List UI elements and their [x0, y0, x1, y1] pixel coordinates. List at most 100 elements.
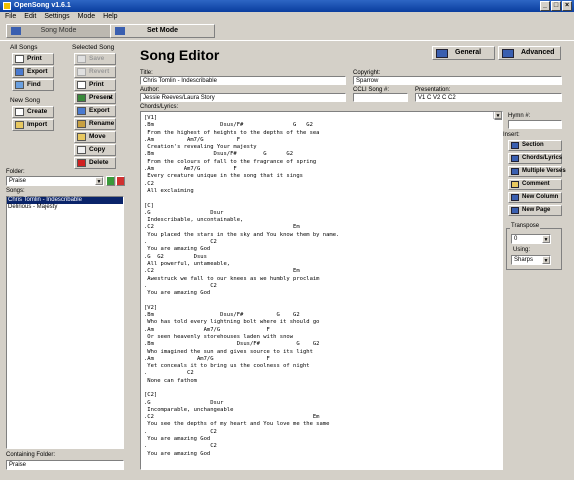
insert-chords-lyrics-button[interactable]: Chords/Lyrics	[508, 153, 562, 164]
containing-folder-label: Containing Folder:	[6, 452, 56, 458]
menu-help[interactable]: Help	[103, 13, 117, 20]
export-label: Export	[89, 107, 110, 114]
list-item[interactable]: Chris Tomlin - Indescribable	[7, 197, 123, 204]
chevron-down-icon[interactable]: ▼	[542, 235, 550, 243]
general-button[interactable]: General	[432, 46, 495, 60]
lyric-line: . C2	[144, 443, 217, 450]
lyric-line: Yet conceals it to bring us the coolness…	[144, 363, 310, 370]
app-icon	[3, 2, 11, 10]
insert-multiple-verses-button[interactable]: Multiple Verses	[508, 166, 566, 177]
songs-list[interactable]: Chris Tomlin - Indescribable Delirious -…	[6, 196, 124, 449]
lyric-line: .C2 Em	[144, 414, 320, 421]
lyric-line: .Am Am7/G F	[144, 166, 237, 173]
minimize-button[interactable]: _	[540, 1, 550, 11]
lyric-line: .Am Am7/G F	[144, 136, 241, 143]
lyric-line: You are amazing God	[144, 246, 211, 253]
maximize-button[interactable]: □	[551, 1, 561, 11]
menu-file[interactable]: File	[5, 13, 16, 20]
lyric-line: .Am Am7/G F	[144, 326, 270, 333]
menu-mode[interactable]: Mode	[78, 13, 96, 20]
transpose-select[interactable]: 0 ▼	[511, 234, 551, 244]
advanced-button[interactable]: Advanced	[498, 46, 561, 60]
menu-settings[interactable]: Settings	[44, 13, 69, 20]
new-song-label: New Song	[10, 97, 40, 104]
song-mode-button[interactable]: Song Mode	[6, 24, 111, 38]
hymn-label: Hymn #:	[508, 113, 531, 119]
print-label: Print	[27, 55, 42, 62]
transpose-value: 0	[514, 236, 518, 242]
ccli-field[interactable]	[353, 93, 408, 102]
copyright-field[interactable]: Sparrow	[353, 76, 562, 85]
move-icon	[77, 133, 86, 141]
menu-edit[interactable]: Edit	[24, 13, 36, 20]
selected-export-button[interactable]: Export	[74, 105, 116, 117]
copy-label: Copy	[89, 146, 106, 153]
chevron-down-icon[interactable]: ▼	[542, 256, 550, 264]
create-label: Create	[27, 108, 48, 115]
add-folder-icon[interactable]	[106, 176, 115, 186]
lyric-line: .G Dsur	[144, 399, 224, 406]
new-document-icon	[15, 108, 24, 116]
save-button[interactable]: Save	[74, 53, 116, 65]
lyrics-lines: [V1] .Bm Dsus/F# G G2 From the highest of…	[144, 115, 499, 457]
lyric-line: Creation's revealing Your majesty	[144, 144, 257, 151]
set-mode-icon	[115, 27, 125, 35]
scroll-down-icon[interactable]: ▼	[494, 112, 502, 120]
using-select[interactable]: Sharps ▼	[511, 255, 551, 265]
present-button[interactable]: Present ►	[74, 92, 116, 104]
general-label: General	[455, 49, 482, 56]
move-button[interactable]: Move	[74, 131, 116, 143]
find-label: Find	[27, 81, 41, 88]
presentation-field[interactable]: V1 C V2 C C2	[415, 93, 562, 102]
containing-folder-field[interactable]: Praise	[6, 460, 124, 470]
insert-new-column-button[interactable]: New Column	[508, 192, 562, 203]
using-label: Using:	[513, 247, 531, 253]
title-field[interactable]: Chris Tomlin - Indescribable	[140, 76, 346, 85]
all-songs-print-button[interactable]: Print	[12, 53, 54, 65]
copy-button[interactable]: Copy	[74, 144, 116, 156]
close-button[interactable]: ×	[562, 1, 572, 11]
lyric-line: [C]	[144, 202, 154, 209]
export-label: Export	[27, 68, 48, 75]
rename-button[interactable]: Rename	[74, 118, 116, 130]
selected-print-button[interactable]: Print	[74, 79, 116, 91]
lyric-line	[144, 297, 499, 304]
save-label: Save	[89, 55, 105, 62]
delete-label: Delete	[89, 159, 109, 166]
lyric-line: .Am Am7/G F	[144, 355, 270, 362]
lyric-line: From the colours of fall to the fragranc…	[144, 158, 317, 165]
find-icon	[15, 81, 24, 89]
editor-scrollbar[interactable]: ▲ ▼	[493, 112, 502, 120]
lyric-line: You see the depths of my heart and You l…	[144, 421, 330, 428]
move-label: Move	[89, 133, 106, 140]
song-mode-label: Song Mode	[40, 27, 77, 34]
insert-comment-button[interactable]: Comment	[508, 179, 562, 190]
hymn-field[interactable]	[508, 120, 562, 129]
import-button[interactable]: Import	[12, 119, 54, 131]
song-mode-icon	[11, 27, 21, 35]
insert-section-button[interactable]: Section	[508, 140, 562, 151]
find-button[interactable]: Find	[12, 79, 54, 91]
lyric-line: .C2 Em	[144, 224, 300, 231]
set-mode-button[interactable]: Set Mode	[110, 24, 215, 38]
insert-new-page-label: New Page	[522, 207, 551, 213]
create-button[interactable]: Create	[12, 106, 54, 118]
revert-button[interactable]: Revert	[74, 66, 116, 78]
lyric-line: .C2	[144, 180, 154, 187]
insert-new-page-button[interactable]: New Page	[508, 205, 562, 216]
lyrics-editor[interactable]: [V1] .Bm Dsus/F# G G2 From the highest of…	[140, 111, 503, 470]
delete-button[interactable]: Delete	[74, 157, 116, 169]
songs-label: Songs:	[6, 188, 25, 194]
folder-select[interactable]: Praise ▼	[6, 176, 104, 186]
list-item[interactable]: Delirious - Majesty	[7, 204, 123, 211]
toolbar-divider	[0, 40, 574, 41]
author-field[interactable]: Jessie Reeves/Laura Story	[140, 93, 346, 102]
all-songs-export-button[interactable]: Export	[12, 66, 54, 78]
lyric-line: None can fathom	[144, 377, 197, 384]
revert-icon	[77, 68, 86, 76]
chevron-down-icon[interactable]: ▼	[95, 177, 103, 185]
revert-label: Revert	[89, 68, 110, 75]
remove-folder-icon[interactable]	[116, 176, 125, 186]
set-mode-label: Set Mode	[146, 27, 179, 34]
lyric-line: You placed the stars in the sky and You …	[144, 231, 340, 238]
